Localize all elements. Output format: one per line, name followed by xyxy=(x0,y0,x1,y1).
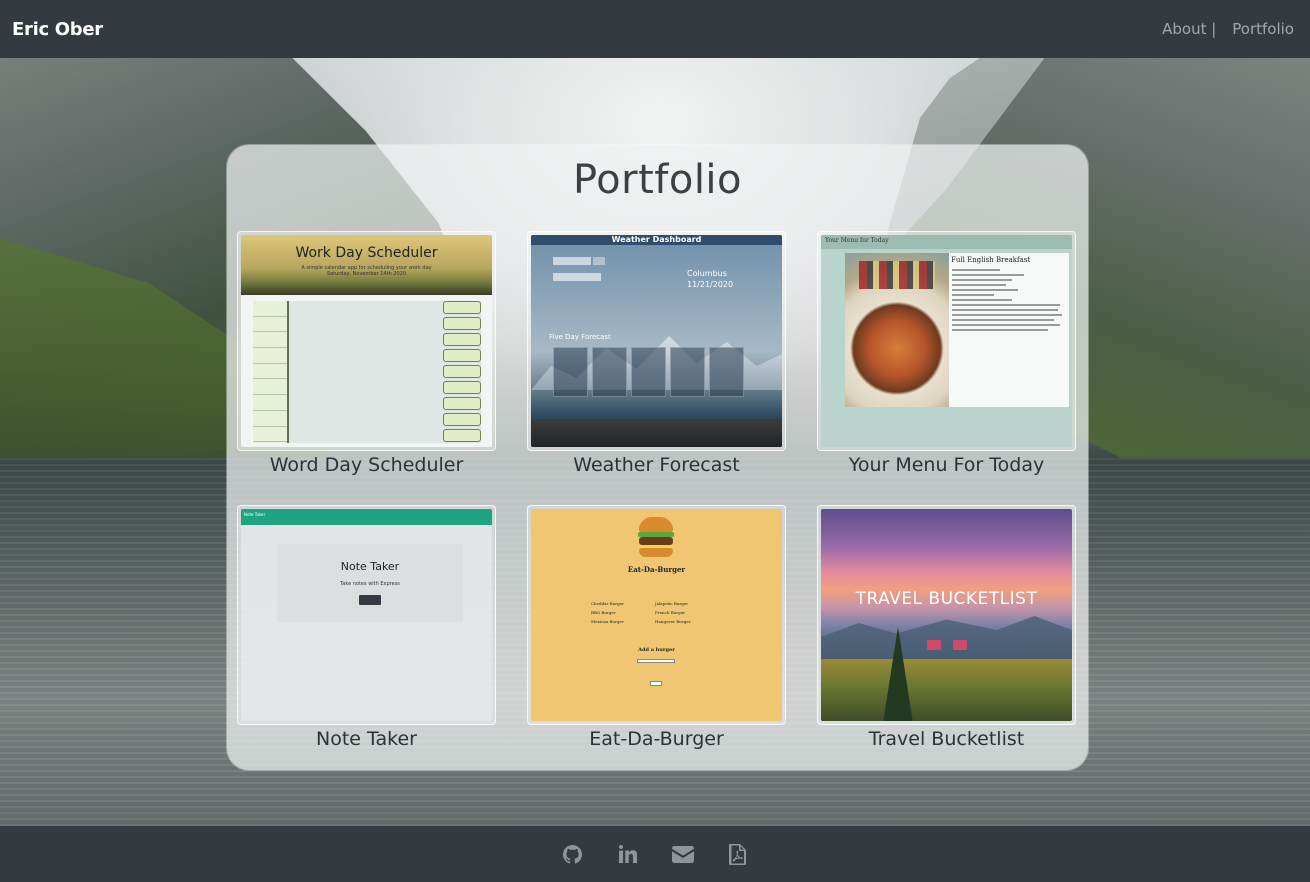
github-icon[interactable] xyxy=(545,842,600,866)
nav-about-link[interactable]: About | xyxy=(1146,20,1216,38)
screenshot-dish: Full English Breakfast xyxy=(951,256,1031,264)
screenshot-subtitle: Take notes with Express xyxy=(340,581,400,587)
project-caption: Note Taker xyxy=(316,728,417,750)
project-card-menu[interactable]: Your Menu for Today Full English Breakfa… xyxy=(817,231,1076,451)
project-card-note-taker[interactable]: Note Taker Note Taker Take notes with Ex… xyxy=(237,505,496,725)
project-card-travel[interactable]: TRAVEL BUCKETLIST xyxy=(817,505,1076,725)
project-screenshot-menu: Your Menu for Today Full English Breakfa… xyxy=(821,235,1072,447)
screenshot-title: Eat-Da-Burger xyxy=(627,565,686,574)
project-screenshot-weather: Weather Dashboard Columbus 11/21/2020 Fi… xyxy=(531,235,782,447)
project-caption: Word Day Scheduler xyxy=(269,454,464,476)
screenshot-title: TRAVEL BUCKETLIST xyxy=(855,589,1038,609)
project-screenshot-burger: Eat-Da-Burger Cheddar Burger BBQ Burger … xyxy=(531,509,782,721)
project-card-burger[interactable]: Eat-Da-Burger Cheddar Burger BBQ Burger … xyxy=(527,505,786,725)
screenshot-title: Note Taker xyxy=(340,560,400,573)
screenshot-add-label: Add a burger xyxy=(638,647,675,653)
project-caption: Eat-Da-Burger xyxy=(589,728,724,750)
envelope-icon[interactable] xyxy=(655,842,710,866)
project-card-weather[interactable]: Weather Dashboard Columbus 11/21/2020 Fi… xyxy=(527,231,786,451)
screenshot-city: Columbus xyxy=(687,269,727,278)
burger-icon xyxy=(638,517,674,557)
screenshot-date: 11/21/2020 xyxy=(687,280,734,289)
screenshot-title: Work Day Scheduler xyxy=(295,245,438,261)
portfolio-panel: Portfolio Work Day Scheduler A simple ca… xyxy=(227,145,1088,770)
pdf-file-icon[interactable] xyxy=(710,842,765,866)
project-screenshot-travel: TRAVEL BUCKETLIST xyxy=(821,509,1072,721)
screenshot-bar-label: Note Taker xyxy=(244,512,266,517)
screenshot-date: Saturday, November 14th 2020 xyxy=(326,271,407,277)
page-title: Portfolio xyxy=(572,157,743,203)
screenshot-title: Weather Dashboard xyxy=(531,235,782,245)
navbar: Eric Ober About | Portfolio xyxy=(0,0,1310,58)
footer xyxy=(0,826,1310,882)
project-screenshot-note-taker: Note Taker Note Taker Take notes with Ex… xyxy=(241,509,492,721)
brand-link[interactable]: Eric Ober xyxy=(12,19,103,40)
project-card-scheduler[interactable]: Work Day Scheduler A simple calendar app… xyxy=(237,231,496,451)
nav-portfolio-link[interactable]: Portfolio xyxy=(1216,20,1294,38)
project-screenshot-scheduler: Work Day Scheduler A simple calendar app… xyxy=(241,235,492,447)
screenshot-title: Your Menu for Today xyxy=(825,237,889,244)
project-caption: Travel Bucketlist xyxy=(868,728,1025,750)
project-caption: Weather Forecast xyxy=(573,454,740,476)
nav-links: About | Portfolio xyxy=(1146,20,1294,38)
project-caption: Your Menu For Today xyxy=(848,454,1045,476)
linkedin-icon[interactable] xyxy=(600,842,655,866)
screenshot-forecast-title: Five Day Forecast xyxy=(549,333,611,341)
